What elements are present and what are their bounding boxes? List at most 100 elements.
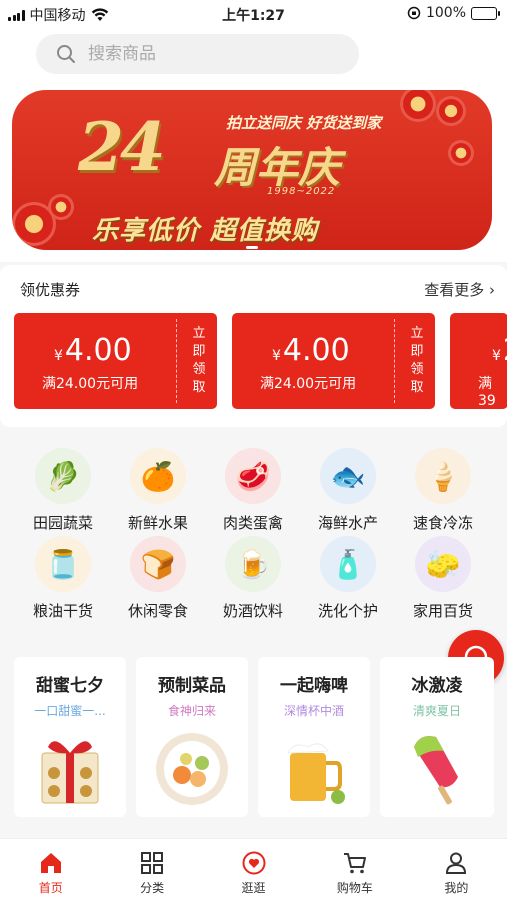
banner-bottom-slogan: 乐享低价 超值换购 [92, 216, 319, 246]
promo-banner[interactable]: 24 拍立送同庆 好货送到家 周年庆 1998~2022 乐享低价 超值换购 [0, 82, 507, 262]
category-item[interactable]: 🧽 家用百货 [398, 536, 488, 621]
promo-title: 甜蜜七夕 [36, 676, 104, 696]
coupon-card[interactable]: ¥2 满39 [450, 313, 507, 409]
promo-subtitle: 清爽夏日 [412, 704, 461, 718]
banner-anniversary-number: 24 [78, 108, 166, 186]
promo-card-row: 甜蜜七夕 一口甜蜜一... 预制菜品 食神归来 一起嗨啤 深情杯中酒 冰激凌 清… [14, 657, 494, 817]
category-label: 田园蔬菜 [32, 514, 93, 532]
category-label: 粮油干货 [32, 602, 93, 620]
coupon-condition: 满24.00元可用 [260, 376, 357, 392]
tab-home[interactable]: 首页 [0, 839, 101, 900]
coupon-amount: ¥2 [492, 333, 507, 368]
promo-card[interactable]: 甜蜜七夕 一口甜蜜一... [14, 657, 126, 817]
promo-subtitle: 一口甜蜜一... [34, 704, 106, 718]
battery-icon [471, 6, 500, 20]
category-item[interactable]: 🍞 休闲零食 [113, 536, 203, 621]
seafood-icon: 🐟 [320, 448, 376, 504]
promo-title: 一起嗨啤 [280, 676, 348, 696]
fruit-icon: 🍊 [130, 448, 186, 504]
bottom-tab-bar: 首页 分类 逛逛 购物车 我的 [0, 838, 507, 900]
grain-oil-icon: 🫙 [35, 536, 91, 592]
tab-profile[interactable]: 我的 [406, 839, 507, 900]
status-bar: 中国移动 上午1:27 100% [0, 0, 507, 28]
coupon-amount: ¥4.00 [272, 333, 350, 368]
grid-icon [141, 852, 164, 874]
meat-eggs-icon: 🥩 [225, 448, 281, 504]
personal-care-icon: 🧴 [320, 536, 376, 592]
category-label: 肉类蛋禽 [222, 514, 283, 532]
coupon-claim-button[interactable]: 立即领取 [410, 325, 424, 397]
tab-label: 分类 [140, 881, 165, 895]
coupon-card[interactable]: ¥4.00 满24.00元可用 立即领取 [14, 313, 217, 409]
category-label: 休闲零食 [127, 602, 188, 620]
category-grid: 🥬 田园蔬菜 🍊 新鲜水果 🥩 肉类蛋禽 🐟 海鲜水产 🍦 速食冷冻 🫙 粮油干… [0, 440, 507, 640]
household-icon: 🧽 [415, 536, 471, 592]
search-input[interactable] [88, 44, 328, 64]
coupon-section: 领优惠券 查看更多 › ¥4.00 满24.00元可用 立即领取 ¥4.00 满… [0, 265, 507, 427]
search-icon [57, 45, 75, 63]
category-label: 家用百货 [412, 602, 473, 620]
tab-label: 首页 [38, 881, 63, 895]
coupon-title: 领优惠券 [20, 281, 81, 299]
promo-title: 冰激凌 [411, 676, 463, 696]
user-icon [446, 852, 467, 874]
flower-decoration [448, 140, 474, 166]
carousel-indicator [246, 246, 258, 249]
promo-card[interactable]: 预制菜品 食神归来 [136, 657, 248, 817]
category-item[interactable]: 🧴 洗化个护 [303, 536, 393, 621]
promo-subtitle: 食神归来 [167, 704, 216, 718]
tab-cart[interactable]: 购物车 [304, 839, 405, 900]
coupon-divider [176, 319, 177, 403]
banner-image[interactable]: 24 拍立送同庆 好货送到家 周年庆 1998~2022 乐享低价 超值换购 [12, 90, 492, 250]
category-item[interactable]: 🫙 粮油干货 [18, 536, 108, 621]
coupon-condition: 满24.00元可用 [42, 376, 139, 392]
coupon-more-link[interactable]: 查看更多 › [424, 279, 495, 300]
frozen-food-icon: 🍦 [415, 448, 471, 504]
category-label: 新鲜水果 [127, 514, 188, 532]
search-bar[interactable] [36, 34, 359, 74]
promo-title: 预制菜品 [158, 676, 226, 696]
category-item[interactable]: 🥬 田园蔬菜 [18, 448, 108, 533]
coupon-condition: 满39 [478, 376, 496, 409]
banner-top-slogan: 拍立送同庆 好货送到家 [226, 114, 382, 132]
home-icon [40, 853, 61, 873]
category-label: 海鲜水产 [317, 514, 378, 532]
orientation-lock-icon [407, 6, 421, 20]
vegetables-icon: 🥬 [35, 448, 91, 504]
promo-card[interactable]: 冰激凌 清爽夏日 [380, 657, 494, 817]
tab-label: 逛逛 [241, 881, 266, 895]
snacks-icon: 🍞 [130, 536, 186, 592]
beer-mug-icon [287, 743, 345, 804]
dish-icon [156, 733, 228, 805]
coupon-divider [394, 319, 395, 403]
drinks-icon: 🍺 [225, 536, 281, 592]
flower-decoration [400, 90, 436, 122]
category-item[interactable]: 🍺 奶酒饮料 [208, 536, 298, 621]
category-label: 奶酒饮料 [222, 602, 283, 620]
category-item[interactable]: 🐟 海鲜水产 [303, 448, 393, 533]
flower-decoration [48, 194, 74, 220]
coupon-claim-button[interactable]: 立即领取 [192, 325, 206, 397]
coupon-amount: ¥4.00 [54, 333, 132, 368]
gift-box-icon [41, 741, 99, 804]
search-area [0, 28, 507, 82]
category-item[interactable]: 🥩 肉类蛋禽 [208, 448, 298, 533]
coupon-card[interactable]: ¥4.00 满24.00元可用 立即领取 [232, 313, 435, 409]
popsicle-icon [414, 736, 458, 805]
category-item[interactable]: 🍦 速食冷冻 [398, 448, 488, 533]
category-label: 洗化个护 [317, 602, 378, 620]
promo-card[interactable]: 一起嗨啤 深情杯中酒 [258, 657, 370, 817]
chevron-right-icon: › [489, 281, 495, 299]
tab-category[interactable]: 分类 [101, 839, 202, 900]
flower-decoration [436, 96, 466, 126]
heart-icon [242, 851, 266, 875]
tab-label: 购物车 [336, 881, 373, 895]
banner-years: 1998~2022 [267, 186, 336, 197]
tab-browse[interactable]: 逛逛 [203, 839, 304, 900]
promo-subtitle: 深情杯中酒 [283, 704, 344, 718]
category-item[interactable]: 🍊 新鲜水果 [113, 448, 203, 533]
category-label: 速食冷冻 [412, 514, 473, 532]
tab-label: 我的 [444, 881, 469, 895]
cart-icon [343, 853, 366, 874]
battery-percent: 100% [425, 5, 466, 21]
